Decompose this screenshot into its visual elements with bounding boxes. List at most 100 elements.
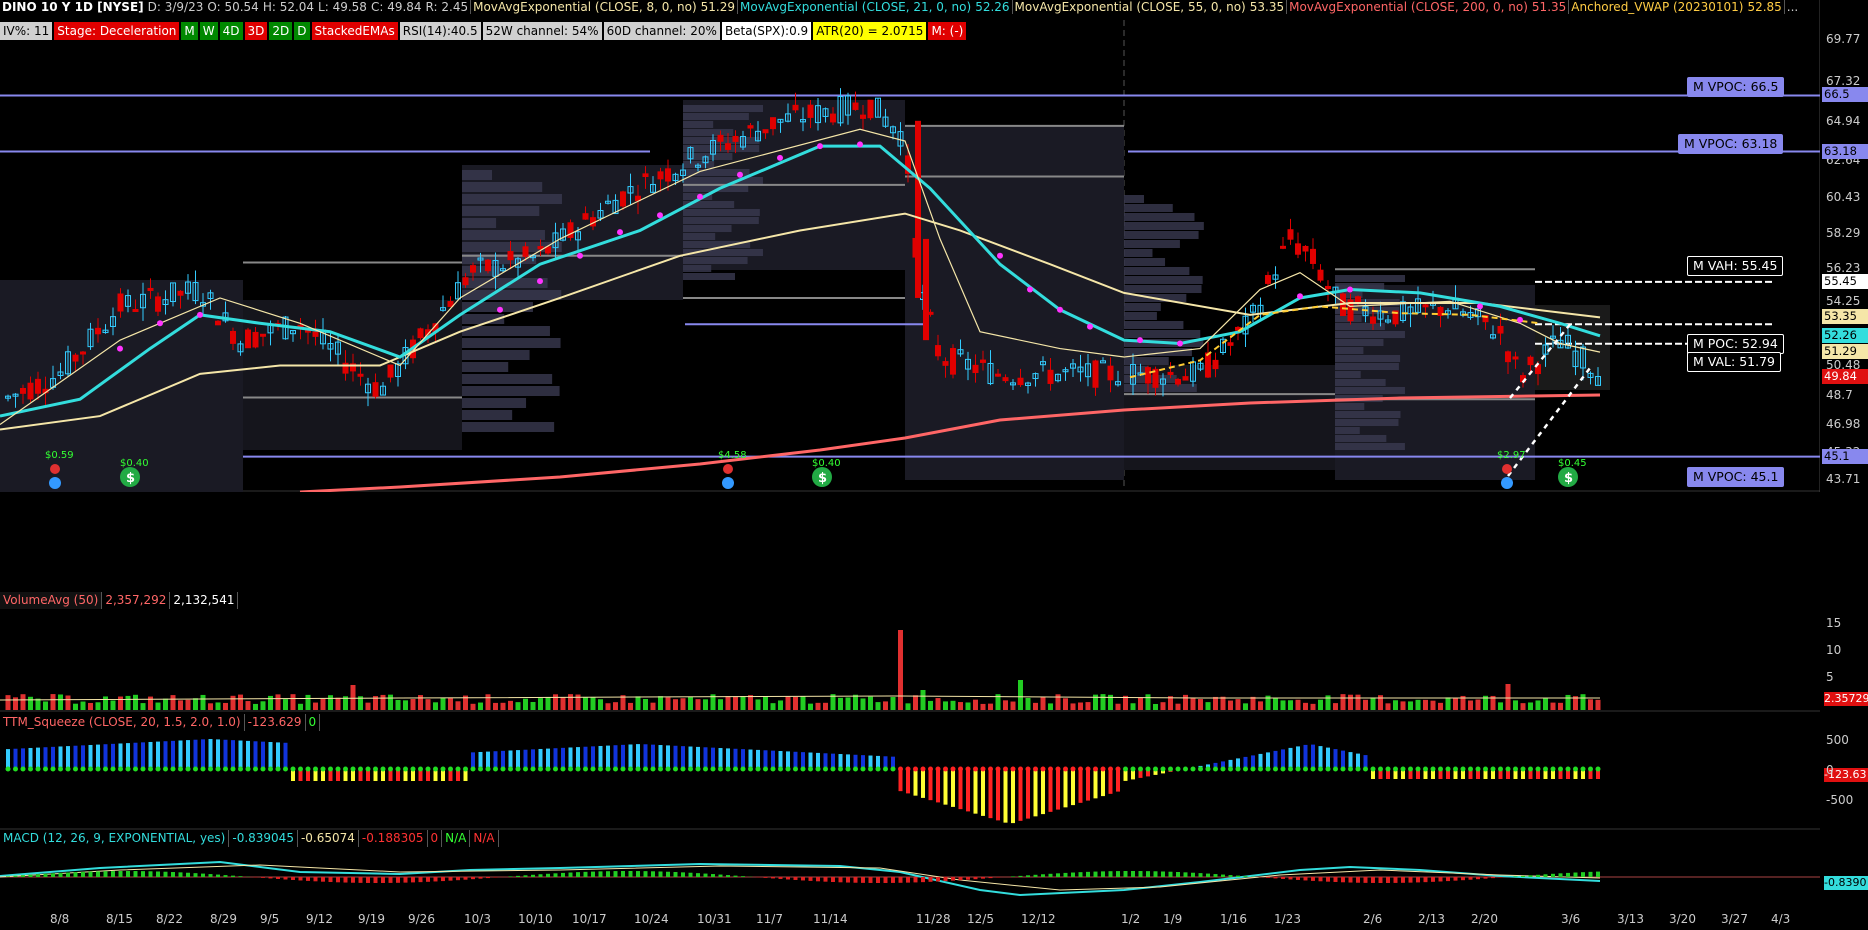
- squeeze-dot: [170, 766, 176, 772]
- date-tick-4: 9/5: [260, 912, 280, 926]
- macd-histogram-bar: [613, 871, 618, 877]
- squeeze-bar: [1333, 749, 1338, 769]
- squeeze-dot: [403, 766, 408, 772]
- candle-body: [252, 331, 259, 348]
- annotation-label-0[interactable]: M VPOC: 66.5: [1687, 77, 1785, 98]
- dividend-icon-glyph: $: [1564, 471, 1573, 486]
- volume-bar: [733, 696, 738, 710]
- event-label-4: $2.97: [1497, 450, 1526, 461]
- squeeze-dot: [1093, 766, 1098, 772]
- profile-bar: [462, 362, 509, 372]
- squeeze-dot: [523, 766, 528, 772]
- volume-bar: [380, 694, 386, 710]
- squeeze-dot: [785, 766, 791, 772]
- annotation-label-4[interactable]: M VAL: 51.79: [1687, 351, 1781, 372]
- macd-histogram-bar: [1461, 877, 1465, 881]
- squeeze-dot: [20, 766, 26, 772]
- squeeze-dot: [1483, 766, 1488, 772]
- macd-histogram-bar: [298, 877, 303, 881]
- squeeze-dot: [1423, 766, 1428, 772]
- volume-bar: [133, 694, 138, 710]
- volume-bar: [118, 696, 123, 710]
- squeeze-bar: [711, 747, 715, 769]
- volume-bar: [500, 702, 506, 710]
- volume-bar: [1543, 698, 1548, 710]
- macd-histogram-bar: [1423, 877, 1428, 883]
- event-label-1: $0.40: [120, 458, 149, 469]
- candle-body: [915, 120, 921, 298]
- squeeze-chart[interactable]: [0, 714, 1820, 834]
- macd-histogram-bar: [81, 871, 85, 877]
- squeeze-dot: [845, 766, 851, 772]
- squeeze-dot: [613, 766, 618, 772]
- squeeze-bar: [36, 747, 40, 769]
- date-tick-1: 8/15: [106, 912, 133, 926]
- squeeze-bar: [988, 769, 993, 819]
- squeeze-bar: [493, 751, 498, 769]
- macd-histogram-bar: [673, 872, 678, 877]
- macd-histogram-bar: [1048, 873, 1053, 877]
- volume-bar: [1295, 699, 1301, 710]
- profile-bar: [1124, 330, 1201, 338]
- squeeze-dot: [673, 766, 678, 772]
- candle-body: [470, 265, 476, 273]
- candle-body: [665, 168, 671, 182]
- date-tick-21: 1/23: [1274, 912, 1301, 926]
- volume-bar: [148, 696, 153, 710]
- squeeze-bar: [21, 748, 25, 769]
- candle-body: [387, 364, 394, 378]
- signal-dot: [1347, 286, 1353, 293]
- squeeze-dot: [658, 766, 663, 772]
- price-tick: 43.71: [1826, 472, 1861, 487]
- squeeze-bar: [561, 747, 565, 769]
- squeeze-dot: [1588, 766, 1593, 772]
- macd-histogram-bar: [801, 877, 805, 881]
- squeeze-dot: [1303, 766, 1308, 772]
- volume-bar: [688, 696, 693, 710]
- macd-histogram-bar: [996, 877, 1000, 878]
- profile-bar: [683, 145, 760, 152]
- macd-histogram-bar: [621, 871, 625, 877]
- squeeze-dot: [890, 766, 896, 772]
- squeeze-dot: [283, 766, 288, 772]
- macd-histogram-bar: [58, 872, 63, 877]
- squeeze-dot: [545, 766, 551, 772]
- signal-dot: [777, 154, 783, 161]
- candle-body: [1295, 243, 1301, 255]
- volume-chart[interactable]: [0, 592, 1820, 712]
- macd-histogram-bar: [1498, 877, 1503, 878]
- candle-body: [372, 382, 379, 397]
- macd-histogram-bar: [148, 871, 153, 877]
- date-tick-12: 10/31: [697, 912, 732, 926]
- macd-histogram-bar: [831, 877, 835, 883]
- squeeze-dot: [380, 766, 386, 772]
- candle-body: [762, 129, 769, 134]
- volume-bar: [1520, 703, 1526, 710]
- macd-histogram-bar: [313, 877, 318, 882]
- squeeze-dot: [50, 766, 56, 772]
- macd-histogram-bar: [381, 877, 385, 883]
- squeeze-dot: [298, 766, 303, 772]
- squeeze-dot: [320, 766, 326, 772]
- price-chart[interactable]: 2023year$0.59$0.40$4.58$0.40$2.97$0.45$$…: [0, 0, 1820, 492]
- candle-body: [1512, 356, 1519, 360]
- squeeze-bar: [261, 741, 265, 769]
- signal-dot: [1137, 337, 1143, 344]
- annotation-label-2[interactable]: M VAH: 55.45: [1687, 255, 1784, 276]
- macd-chart[interactable]: [0, 830, 1820, 910]
- annotation-label-1[interactable]: M VPOC: 63.18: [1678, 133, 1784, 154]
- macd-histogram-bar: [208, 874, 213, 877]
- squeeze-dot: [463, 766, 468, 772]
- squeeze-bar: [1048, 769, 1053, 812]
- annotation-label-5[interactable]: M VPOC: 45.1: [1687, 466, 1785, 487]
- profile-bar: [462, 182, 543, 192]
- volume-bar: [965, 702, 971, 710]
- volume-bar: [613, 702, 618, 710]
- squeeze-dot: [1108, 766, 1113, 772]
- squeeze-dot: [245, 766, 251, 772]
- squeeze-dot: [733, 766, 738, 772]
- macd-histogram-bar: [276, 877, 280, 879]
- macd-histogram-bar: [426, 877, 430, 882]
- volume-bar: [725, 696, 731, 710]
- earnings-icon: [722, 477, 734, 489]
